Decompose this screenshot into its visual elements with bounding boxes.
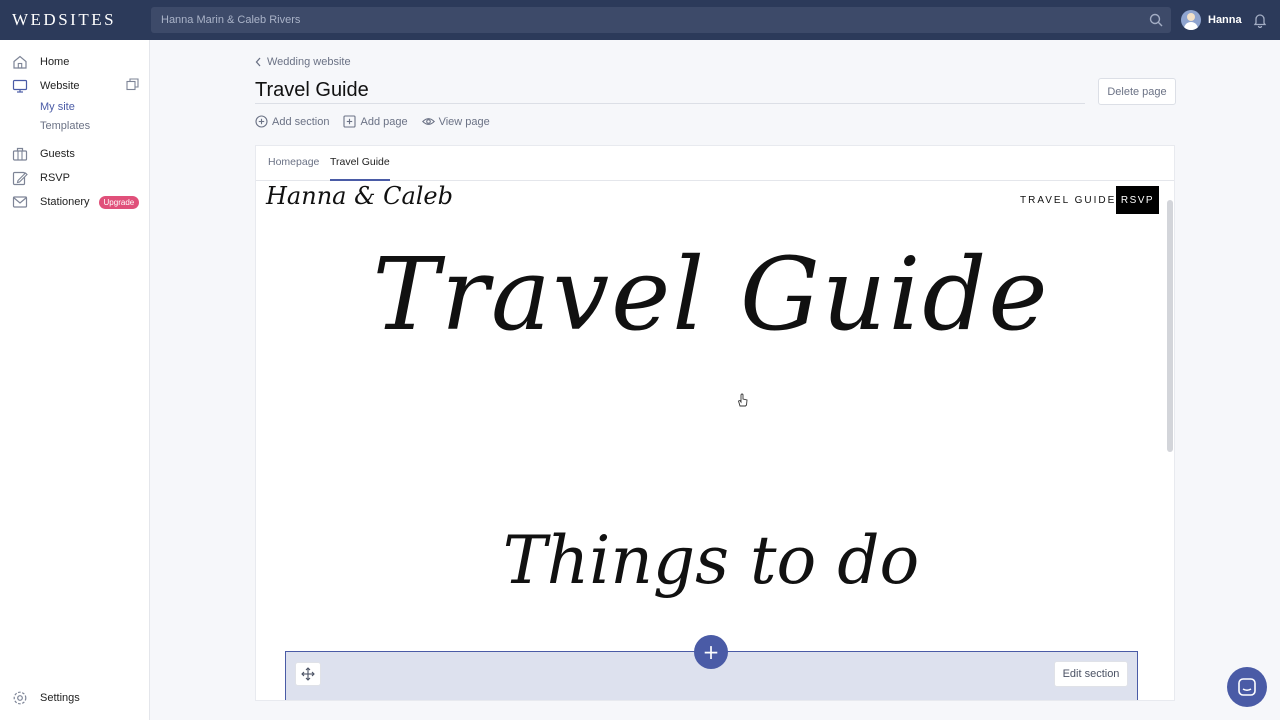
sidebar-item-settings[interactable]: Settings <box>12 689 80 707</box>
plus-square-icon <box>343 115 357 128</box>
sidebar-item-stationery[interactable]: Stationery Upgrade <box>12 193 140 211</box>
sidebar-item-website[interactable]: Website <box>12 77 80 95</box>
home-icon <box>13 55 27 69</box>
sidebar: Home Website My site Templates Guests RS… <box>0 40 150 720</box>
mail-icon <box>12 196 28 208</box>
site-rsvp-button[interactable]: RSVP <box>1116 186 1159 214</box>
view-page-button[interactable]: View page <box>421 115 490 128</box>
edit-section-button[interactable]: Edit section <box>1054 661 1128 687</box>
add-page-button[interactable]: Add page <box>343 115 408 128</box>
sidebar-item-label: Website <box>40 80 80 92</box>
user-name[interactable]: Hanna <box>1208 14 1242 26</box>
chat-icon <box>1238 678 1256 696</box>
chat-button[interactable] <box>1227 667 1267 707</box>
page-editor: Homepage Travel Guide Hanna & Caleb TRAV… <box>255 145 1175 701</box>
sidebar-subitem-templates[interactable]: Templates <box>40 120 90 132</box>
monitor-icon <box>12 79 28 93</box>
page-title[interactable]: Travel Guide <box>255 79 369 102</box>
tab-homepage[interactable]: Homepage <box>268 156 319 181</box>
site-nav-travel-guide[interactable]: TRAVEL GUIDE <box>1020 195 1116 206</box>
top-bar: WEDSITES Hanna <box>0 0 1280 40</box>
bell-icon[interactable] <box>1252 12 1268 28</box>
chevron-left-icon <box>255 57 261 67</box>
search-input[interactable] <box>161 14 1121 26</box>
edit-icon <box>12 171 28 186</box>
plus-circle-icon <box>255 115 268 128</box>
sidebar-item-label: RSVP <box>40 172 70 184</box>
search-icon[interactable] <box>1149 13 1163 27</box>
hero-title[interactable]: Travel Guide <box>256 236 1166 353</box>
sidebar-item-home[interactable]: Home <box>12 53 69 71</box>
delete-page-button[interactable]: Delete page <box>1098 78 1176 105</box>
view-page-label: View page <box>438 115 490 128</box>
sidebar-subitem-my-site[interactable]: My site <box>40 101 75 113</box>
add-section-plus-button[interactable]: + <box>694 635 728 669</box>
title-underline <box>255 103 1085 104</box>
drag-handle[interactable] <box>295 662 321 686</box>
add-section-button[interactable]: Add section <box>255 115 329 128</box>
sidebar-item-guests[interactable]: Guests <box>12 145 75 163</box>
guests-icon <box>12 147 28 161</box>
gear-icon <box>13 691 27 705</box>
breadcrumb[interactable]: Wedding website <box>255 56 351 68</box>
hand-cursor-icon <box>737 393 748 407</box>
site-search-bar[interactable] <box>151 7 1171 33</box>
page-actions: Add section Add page View page <box>255 115 490 128</box>
sidebar-item-rsvp[interactable]: RSVP <box>12 169 70 187</box>
scrollbar[interactable] <box>1167 200 1173 452</box>
copy-icon[interactable] <box>126 78 139 91</box>
avatar[interactable] <box>1181 10 1201 30</box>
sidebar-item-label: Settings <box>40 692 80 704</box>
user-menu[interactable]: Hanna <box>1181 10 1242 30</box>
page-tabs: Homepage Travel Guide <box>256 146 1174 181</box>
sidebar-item-label: Guests <box>40 148 75 160</box>
move-icon <box>301 667 315 681</box>
breadcrumb-link[interactable]: Wedding website <box>267 56 351 68</box>
app-logo[interactable]: WEDSITES <box>0 10 150 30</box>
section-title[interactable]: Things to do <box>256 522 1166 599</box>
upgrade-badge[interactable]: Upgrade <box>98 195 140 209</box>
add-page-label: Add page <box>360 115 408 128</box>
add-section-label: Add section <box>272 115 330 128</box>
tab-travel-guide[interactable]: Travel Guide <box>330 156 390 181</box>
sidebar-item-label: Home <box>40 56 70 68</box>
site-logo[interactable]: Hanna & Caleb <box>266 182 453 210</box>
sidebar-item-label: Stationery <box>40 196 90 208</box>
eye-icon <box>421 118 435 125</box>
